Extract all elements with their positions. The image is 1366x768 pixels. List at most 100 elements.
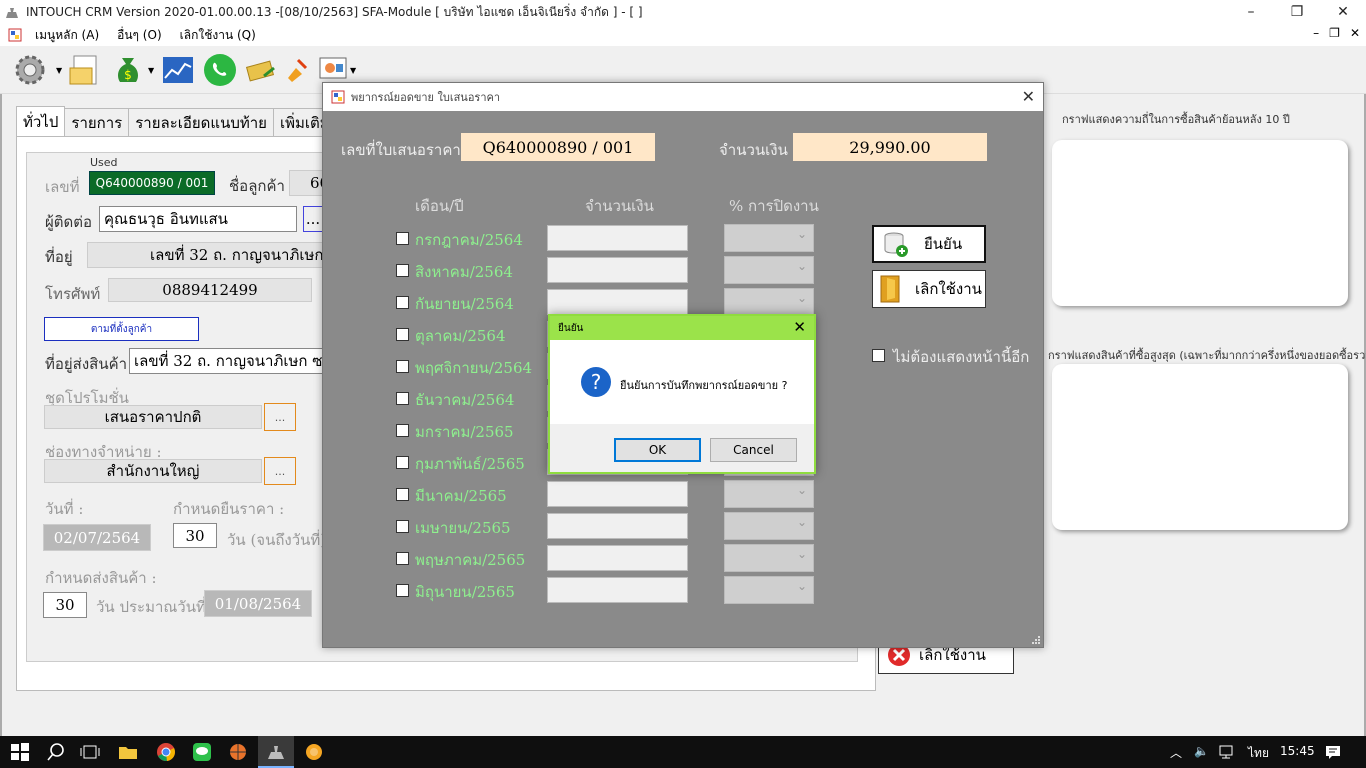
dont-show-checkbox[interactable]	[872, 349, 885, 362]
chrome-icon[interactable]	[156, 742, 176, 762]
month-checkbox[interactable]	[396, 296, 409, 309]
mdi-minimize-button[interactable]: –	[1313, 26, 1319, 40]
forecast-cancel-button[interactable]: เลิกใช้งาน	[872, 270, 986, 308]
month-checkbox[interactable]	[396, 552, 409, 565]
confirm-body: ? ยืนยันการบันทึกพยากรณ์ยอดขาย ?	[550, 340, 814, 424]
address-field[interactable]: เลขที่ 32 ถ. กาญจนาภิเษก	[87, 242, 323, 268]
line-icon[interactable]	[192, 742, 212, 762]
resize-grip-icon[interactable]	[1031, 635, 1041, 645]
pin-icon[interactable]	[278, 52, 314, 88]
month-pct-select[interactable]	[724, 288, 814, 316]
contact-label: ผู้ติดต่อ	[45, 213, 93, 231]
delivery-date-field[interactable]: 01/08/2564	[204, 590, 312, 617]
chart-icon[interactable]	[160, 52, 196, 88]
month-pct-select[interactable]	[724, 576, 814, 604]
month-label: กรกฎาคม/2564	[415, 231, 523, 249]
forecast-close-icon[interactable]: ✕	[1022, 87, 1035, 106]
menu-other[interactable]: อื่นๆ (O)	[108, 26, 170, 45]
whatsapp-icon[interactable]	[202, 52, 238, 88]
ship-address-field[interactable]: เลขที่ 32 ถ. กาญจนาภิเษก ซ.	[129, 348, 323, 374]
tray-chevron-icon[interactable]: ︿	[1170, 744, 1182, 761]
month-checkbox[interactable]	[396, 456, 409, 469]
channel-field[interactable]: สำนักงานใหญ่	[44, 459, 262, 483]
network-icon[interactable]	[1218, 744, 1234, 760]
price-valid-days-field[interactable]: 30	[173, 523, 217, 548]
minimize-button[interactable]: –	[1228, 0, 1274, 24]
month-pct-select[interactable]	[724, 256, 814, 284]
promo-field[interactable]: เสนอราคาปกติ	[44, 405, 262, 429]
windows-start-icon[interactable]	[10, 742, 30, 762]
month-amount-field[interactable]	[547, 289, 688, 315]
volume-icon[interactable]: 🔈	[1194, 744, 1209, 758]
month-checkbox[interactable]	[396, 424, 409, 437]
intouch-crm-taskbar-icon[interactable]	[266, 742, 286, 762]
contact-field[interactable]: คุณธนวุธ อินทแสน	[99, 206, 297, 232]
basketball-app-icon[interactable]	[228, 742, 248, 762]
dialog-app-icon	[331, 90, 345, 104]
money-dropdown-icon[interactable]: ▼	[148, 66, 154, 75]
app-orange-icon[interactable]	[304, 742, 324, 762]
month-amount-field[interactable]	[547, 257, 688, 283]
menu-main[interactable]: เมนูหลัก (A)	[26, 26, 108, 45]
ship-address-label: ที่อยู่ส่งสินค้า	[45, 355, 128, 373]
cancel-button[interactable]: Cancel	[710, 438, 797, 462]
document-icon[interactable]	[68, 52, 104, 88]
promo-lookup-button[interactable]: ...	[264, 403, 296, 431]
restore-button[interactable]: ❐	[1274, 0, 1320, 24]
menu-quit[interactable]: เลิกใช้งาน (Q)	[171, 26, 265, 45]
same-as-customer-button[interactable]: ตามที่ตั้งลูกค้า	[44, 317, 199, 341]
month-checkbox[interactable]	[396, 264, 409, 277]
month-pct-select[interactable]	[724, 512, 814, 540]
month-amount-field[interactable]	[547, 481, 688, 507]
date-label: วันที่ :	[45, 500, 84, 518]
top-products-chart	[1052, 364, 1348, 530]
tab-attachment-details[interactable]: รายละเอียดแนบท้าย	[128, 108, 274, 136]
month-amount-field[interactable]	[547, 513, 688, 539]
month-checkbox[interactable]	[396, 328, 409, 341]
money-bag-icon[interactable]: $	[110, 52, 146, 88]
month-checkbox[interactable]	[396, 584, 409, 597]
confirm-close-icon[interactable]: ✕	[793, 318, 806, 336]
mdi-restore-button[interactable]: ❐	[1329, 26, 1340, 40]
language-indicator[interactable]: ไทย	[1248, 744, 1269, 763]
month-pct-select[interactable]	[724, 544, 814, 572]
month-label: ตุลาคม/2564	[415, 327, 506, 345]
price-valid-label: กำหนดยืนราคา :	[173, 500, 285, 518]
month-pct-select[interactable]	[724, 224, 814, 252]
phone-field[interactable]: 0889412499	[108, 278, 312, 302]
month-checkbox[interactable]	[396, 360, 409, 373]
clock[interactable]: 15:45	[1280, 744, 1315, 758]
mdi-close-button[interactable]: ✕	[1350, 26, 1360, 40]
month-pct-select[interactable]	[724, 480, 814, 508]
presentation-dropdown-icon[interactable]: ▼	[350, 66, 356, 75]
month-checkbox[interactable]	[396, 392, 409, 405]
tab-general[interactable]: ทั่วไป	[16, 106, 66, 136]
quote-no-label: เลขที่ใบเสนอราคา	[341, 141, 461, 159]
menu-bar: เมนูหลัก (A) อื่นๆ (O) เลิกใช้งาน (Q) – …	[0, 24, 1366, 46]
month-checkbox[interactable]	[396, 520, 409, 533]
task-view-icon[interactable]	[80, 742, 100, 762]
file-explorer-icon[interactable]	[118, 742, 138, 762]
app-icon	[6, 8, 18, 18]
month-amount-field[interactable]	[547, 577, 688, 603]
forecast-confirm-button[interactable]: ยืนยัน	[872, 225, 986, 263]
month-checkbox[interactable]	[396, 232, 409, 245]
gear-dropdown-icon[interactable]: ▼	[56, 66, 62, 75]
channel-lookup-button[interactable]: ...	[264, 457, 296, 485]
gear-icon[interactable]	[12, 52, 48, 88]
month-amount-field[interactable]	[547, 225, 688, 251]
transfer-icon[interactable]	[244, 52, 280, 88]
month-amount-field[interactable]	[547, 545, 688, 571]
month-label: สิงหาคม/2564	[415, 263, 513, 281]
search-icon[interactable]	[46, 742, 66, 762]
close-button[interactable]: ✕	[1320, 0, 1366, 24]
notification-icon[interactable]	[1325, 744, 1341, 760]
contact-lookup-button[interactable]: ...	[303, 206, 323, 232]
date-field[interactable]: 02/07/2564	[43, 524, 151, 551]
delivery-days-field[interactable]: 30	[43, 592, 87, 618]
month-label: พฤษภาคม/2565	[415, 551, 526, 569]
mdi-app-icon	[8, 28, 22, 42]
ok-button[interactable]: OK	[614, 438, 701, 462]
month-checkbox[interactable]	[396, 488, 409, 501]
tab-items[interactable]: รายการ	[64, 108, 130, 136]
